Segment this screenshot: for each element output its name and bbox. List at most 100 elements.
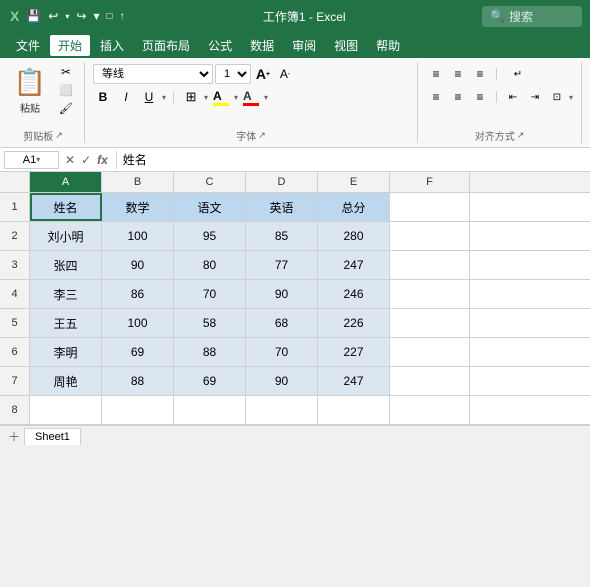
cell-A8[interactable] [30, 396, 102, 424]
cell-B5[interactable]: 100 [102, 309, 174, 337]
cell-E8[interactable] [318, 396, 390, 424]
merge-dropdown[interactable]: ▾ [569, 93, 573, 102]
col-header-D[interactable]: D [246, 172, 318, 192]
col-header-F[interactable]: F [390, 172, 470, 192]
insert-function-icon[interactable]: fx [95, 153, 110, 167]
cell-E1[interactable]: 总分 [318, 193, 390, 221]
format-painter-button[interactable]: 🖌 [54, 100, 78, 116]
col-header-C[interactable]: C [174, 172, 246, 192]
col-header-B[interactable]: B [102, 172, 174, 192]
cell-C1[interactable]: 语文 [174, 193, 246, 221]
cell-B3[interactable]: 90 [102, 251, 174, 279]
align-top-button[interactable]: ≡ [426, 64, 446, 84]
cell-C6[interactable]: 88 [174, 338, 246, 366]
fill-color-button[interactable]: A [211, 87, 231, 107]
menu-help[interactable]: 帮助 [368, 35, 408, 56]
cell-B4[interactable]: 86 [102, 280, 174, 308]
wrap-text-button[interactable]: ↵ [503, 64, 533, 84]
cell-D3[interactable]: 77 [246, 251, 318, 279]
align-left-button[interactable]: ≡ [426, 87, 446, 107]
cell-C7[interactable]: 69 [174, 367, 246, 395]
cell-D5[interactable]: 68 [246, 309, 318, 337]
borders-dropdown[interactable]: ▾ [204, 93, 208, 102]
cell-E7[interactable]: 247 [318, 367, 390, 395]
merge-button[interactable]: ⊡ [547, 87, 567, 107]
cell-B1[interactable]: 数学 [102, 193, 174, 221]
font-color-dropdown[interactable]: ▾ [264, 93, 268, 102]
cell-A3[interactable]: 张四 [30, 251, 102, 279]
formula-input[interactable] [123, 153, 586, 167]
save-icon[interactable]: 💾 [24, 7, 43, 25]
cell-E3[interactable]: 247 [318, 251, 390, 279]
search-box[interactable]: 🔍 搜索 [482, 6, 582, 27]
cell-F3[interactable] [390, 251, 470, 279]
confirm-formula-icon[interactable]: ✓ [79, 153, 93, 167]
increase-font-button[interactable]: A+ [253, 64, 273, 84]
redo-icon[interactable]: ↪ [74, 7, 88, 25]
alignment-expand-icon[interactable]: ↗ [517, 130, 525, 141]
cell-A5[interactable]: 王五 [30, 309, 102, 337]
decrease-font-button[interactable]: A- [275, 64, 295, 84]
underline-dropdown[interactable]: ▾ [162, 93, 166, 102]
italic-button[interactable]: I [116, 87, 136, 107]
font-color-button[interactable]: A [241, 87, 261, 107]
cell-ref-dropdown[interactable]: ▾ [36, 155, 40, 164]
cut-button[interactable]: ✂ [54, 64, 78, 80]
cell-A4[interactable]: 李三 [30, 280, 102, 308]
cell-A1[interactable]: 姓名 [30, 193, 102, 221]
align-center-button[interactable]: ≡ [448, 87, 468, 107]
cell-F8[interactable] [390, 396, 470, 424]
col-header-E[interactable]: E [318, 172, 390, 192]
fill-color-dropdown[interactable]: ▾ [234, 93, 238, 102]
cell-C5[interactable]: 58 [174, 309, 246, 337]
menu-data[interactable]: 数据 [242, 35, 282, 56]
menu-page-layout[interactable]: 页面布局 [134, 35, 198, 56]
cell-F7[interactable] [390, 367, 470, 395]
form-icon[interactable]: □ [104, 9, 114, 24]
undo-icon[interactable]: ↩ [46, 7, 60, 25]
col-header-A[interactable]: A [30, 172, 102, 192]
new-sheet-button[interactable]: ＋ [4, 428, 24, 445]
cell-F6[interactable] [390, 338, 470, 366]
cell-E2[interactable]: 280 [318, 222, 390, 250]
cell-C2[interactable]: 95 [174, 222, 246, 250]
font-expand-icon[interactable]: ↗ [258, 130, 266, 141]
menu-home[interactable]: 开始 [50, 35, 90, 56]
undo-dropdown-icon[interactable]: ▾ [63, 10, 71, 23]
cell-B7[interactable]: 88 [102, 367, 174, 395]
sheet-tab-1[interactable]: Sheet1 [24, 428, 81, 445]
cell-E4[interactable]: 246 [318, 280, 390, 308]
cell-B2[interactable]: 100 [102, 222, 174, 250]
menu-view[interactable]: 视图 [326, 35, 366, 56]
cell-C3[interactable]: 80 [174, 251, 246, 279]
cell-A6[interactable]: 李明 [30, 338, 102, 366]
menu-file[interactable]: 文件 [8, 35, 48, 56]
paste-button[interactable]: 📋 粘贴 [8, 64, 52, 118]
borders-button[interactable]: ⊞ [181, 87, 201, 107]
autosave-icon[interactable]: ↑ [118, 9, 127, 24]
cell-D1[interactable]: 英语 [246, 193, 318, 221]
align-bottom-button[interactable]: ≡ [470, 64, 490, 84]
underline-button[interactable]: U [139, 87, 159, 107]
cell-D4[interactable]: 90 [246, 280, 318, 308]
cell-F2[interactable] [390, 222, 470, 250]
cell-D6[interactable]: 70 [246, 338, 318, 366]
align-right-button[interactable]: ≡ [470, 87, 490, 107]
menu-formula[interactable]: 公式 [200, 35, 240, 56]
more-commands-icon[interactable]: ▾ [91, 7, 101, 25]
copy-button[interactable]: ⬜ [54, 82, 78, 98]
cell-F4[interactable] [390, 280, 470, 308]
cell-reference-box[interactable]: A1 ▾ [4, 151, 59, 169]
cell-D7[interactable]: 90 [246, 367, 318, 395]
clipboard-expand-icon[interactable]: ↗ [55, 130, 63, 141]
menu-insert[interactable]: 插入 [92, 35, 132, 56]
font-size-selector[interactable]: 12 [215, 64, 251, 84]
cell-D8[interactable] [246, 396, 318, 424]
menu-review[interactable]: 审阅 [284, 35, 324, 56]
cell-A2[interactable]: 刘小明 [30, 222, 102, 250]
cell-F1[interactable] [390, 193, 470, 221]
cell-D2[interactable]: 85 [246, 222, 318, 250]
cell-B6[interactable]: 69 [102, 338, 174, 366]
cell-B8[interactable] [102, 396, 174, 424]
cell-F5[interactable] [390, 309, 470, 337]
